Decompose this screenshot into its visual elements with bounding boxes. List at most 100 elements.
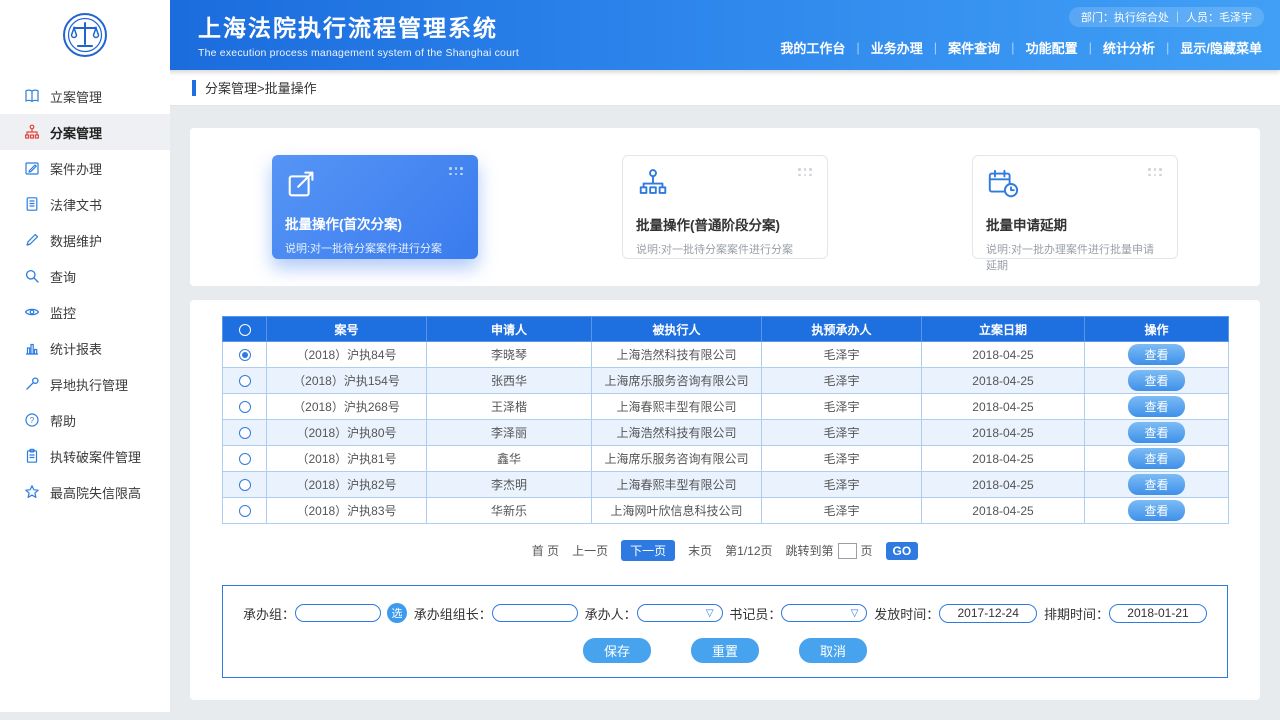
nav-statistics[interactable]: 统计分析 — [1101, 38, 1157, 57]
nav-business[interactable]: 业务办理 — [869, 38, 925, 57]
cell-case-no: （2018）沪执268号 — [267, 394, 427, 420]
handler-select[interactable]: ▽ — [637, 604, 723, 622]
card-title: 批量操作(首次分案) — [285, 213, 465, 233]
calendar-clock-icon — [986, 188, 1020, 205]
card-desc: 说明:对一批待分案案件进行分案 — [285, 240, 465, 256]
col-action: 操作 — [1085, 317, 1229, 342]
card-batch-extension[interactable]: 批量申请延期 说明:对一批办理案件进行批量申请延期 — [972, 155, 1178, 259]
group-input[interactable] — [295, 604, 381, 622]
card-more-icon[interactable] — [449, 167, 466, 175]
page-title: 上海法院执行流程管理系统 — [198, 9, 519, 43]
select-all-radio[interactable] — [239, 324, 251, 336]
go-button[interactable]: GO — [886, 542, 919, 560]
sidebar-item-label: 查询 — [50, 267, 76, 286]
table-row: （2018）沪执80号 李泽丽 上海浩然科技有限公司 毛泽宇 2018-04-2… — [223, 420, 1229, 446]
card-more-icon[interactable] — [798, 168, 815, 176]
cell-handler: 毛泽宇 — [762, 342, 922, 368]
document-icon — [24, 196, 40, 212]
save-button[interactable]: 保存 — [583, 638, 651, 663]
sidebar-item-remote-execution[interactable]: 异地执行管理 — [0, 366, 170, 402]
leader-label: 承办组组长： — [414, 604, 492, 623]
row-radio[interactable] — [239, 401, 251, 413]
cancel-button[interactable]: 取消 — [799, 638, 867, 663]
card-batch-first-division[interactable]: 批量操作(首次分案) 说明:对一批待分案案件进行分案 — [272, 155, 478, 259]
cell-executee: 上海浩然科技有限公司 — [592, 342, 762, 368]
page-prev[interactable]: 上一页 — [572, 542, 608, 559]
reset-button[interactable]: 重置 — [691, 638, 759, 663]
col-date: 立案日期 — [922, 317, 1085, 342]
nav-toggle-menu[interactable]: 显示/隐藏菜单 — [1178, 38, 1264, 57]
clerk-select[interactable]: ▽ — [781, 604, 867, 622]
row-radio[interactable] — [239, 479, 251, 491]
table-row: （2018）沪执82号 李杰明 上海春熙丰型有限公司 毛泽宇 2018-04-2… — [223, 472, 1229, 498]
view-button[interactable]: 查看 — [1128, 422, 1184, 443]
view-button[interactable]: 查看 — [1128, 474, 1184, 495]
sidebar-item-label: 监控 — [50, 303, 76, 322]
sidebar-item-statistics-report[interactable]: 统计报表 — [0, 330, 170, 366]
schedule-date-field[interactable]: 2018-01-21 — [1109, 604, 1207, 623]
split-icon — [24, 124, 40, 140]
cell-applicant: 华新乐 — [427, 498, 592, 524]
cell-executee: 上海网叶欣信息科技公司 — [592, 498, 762, 524]
table-row: （2018）沪执83号 华新乐 上海网叶欣信息科技公司 毛泽宇 2018-04-… — [223, 498, 1229, 524]
card-batch-normal-division[interactable]: 批量操作(普通阶段分案) 说明:对一批待分案案件进行分案 — [622, 155, 828, 259]
nav-workbench[interactable]: 我的工作台 — [778, 38, 847, 57]
group-select-button[interactable]: 选 — [387, 603, 407, 623]
page-next[interactable]: 下一页 — [621, 540, 675, 561]
help-icon: ? — [24, 412, 40, 428]
view-button[interactable]: 查看 — [1128, 344, 1184, 365]
view-button[interactable]: 查看 — [1128, 500, 1184, 521]
sidebar-item-monitoring[interactable]: 监控 — [0, 294, 170, 330]
sidebar-item-bankruptcy-cases[interactable]: 执转破案件管理 — [0, 438, 170, 474]
cell-handler: 毛泽宇 — [762, 368, 922, 394]
page-first[interactable]: 首 页 — [532, 542, 559, 559]
row-radio[interactable] — [239, 427, 251, 439]
flow-pin-icon — [636, 188, 670, 205]
sidebar-item-query[interactable]: 查询 — [0, 258, 170, 294]
row-radio[interactable] — [239, 505, 251, 517]
sidebar-item-supreme-court-restriction[interactable]: 最高院失信限高 — [0, 474, 170, 510]
sidebar-item-case-handling[interactable]: 案件办理 — [0, 150, 170, 186]
top-nav: 我的工作台 | 业务办理 | 案件查询 | 功能配置 | 统计分析 | 显示/隐… — [778, 38, 1264, 57]
sidebar-item-help[interactable]: ? 帮助 — [0, 402, 170, 438]
cell-case-no: （2018）沪执82号 — [267, 472, 427, 498]
jump-page-input[interactable] — [838, 543, 857, 559]
sidebar-item-label: 执转破案件管理 — [50, 447, 141, 466]
cell-executee: 上海春熙丰型有限公司 — [592, 472, 762, 498]
view-button[interactable]: 查看 — [1128, 448, 1184, 469]
view-button[interactable]: 查看 — [1128, 396, 1184, 417]
card-more-icon[interactable] — [1148, 168, 1165, 176]
cell-case-no: （2018）沪执84号 — [267, 342, 427, 368]
cell-date: 2018-04-25 — [922, 420, 1085, 446]
nav-case-query[interactable]: 案件查询 — [946, 38, 1002, 57]
sidebar-item-case-division[interactable]: 分案管理 — [0, 114, 170, 150]
cases-table: 案号 申请人 被执行人 执预承办人 立案日期 操作 （2018）沪执84号 李晓… — [222, 316, 1229, 524]
group-label: 承办组： — [243, 604, 295, 623]
cell-executee: 上海春熙丰型有限公司 — [592, 394, 762, 420]
cell-applicant: 李泽丽 — [427, 420, 592, 446]
leader-input[interactable] — [492, 604, 578, 622]
sidebar-item-label: 最高院失信限高 — [50, 483, 141, 502]
court-emblem-icon — [61, 11, 109, 59]
sidebar-item-case-filing[interactable]: 立案管理 — [0, 78, 170, 114]
sidebar-item-label: 异地执行管理 — [50, 375, 128, 394]
row-radio[interactable] — [239, 349, 251, 361]
sidebar-item-label: 帮助 — [50, 411, 76, 430]
row-radio[interactable] — [239, 375, 251, 387]
sidebar-item-legal-documents[interactable]: 法律文书 — [0, 186, 170, 222]
card-title: 批量操作(普通阶段分案) — [636, 214, 814, 234]
nav-config[interactable]: 功能配置 — [1024, 38, 1080, 57]
row-radio[interactable] — [239, 453, 251, 465]
main-content: 分案管理>批量操作 批量操作(首次分案) 说明:对一批待分案案件进行分案 批量操… — [170, 70, 1280, 720]
chevron-down-icon: ▽ — [851, 608, 859, 619]
page-info: 第1/12页 — [725, 542, 772, 559]
issue-date-field[interactable]: 2017-12-24 — [939, 604, 1037, 623]
sidebar-item-data-maintenance[interactable]: 数据维护 — [0, 222, 170, 258]
page-last[interactable]: 末页 — [688, 542, 712, 559]
department-label: 部门：执行综合处 — [1081, 12, 1169, 24]
book-icon — [24, 88, 40, 104]
assignment-form: 承办组： 选 承办组组长： 承办人： ▽ 书记员： ▽ 发放时间： — [222, 585, 1228, 678]
view-button[interactable]: 查看 — [1128, 370, 1184, 391]
svg-text:?: ? — [30, 416, 35, 425]
cell-date: 2018-04-25 — [922, 498, 1085, 524]
